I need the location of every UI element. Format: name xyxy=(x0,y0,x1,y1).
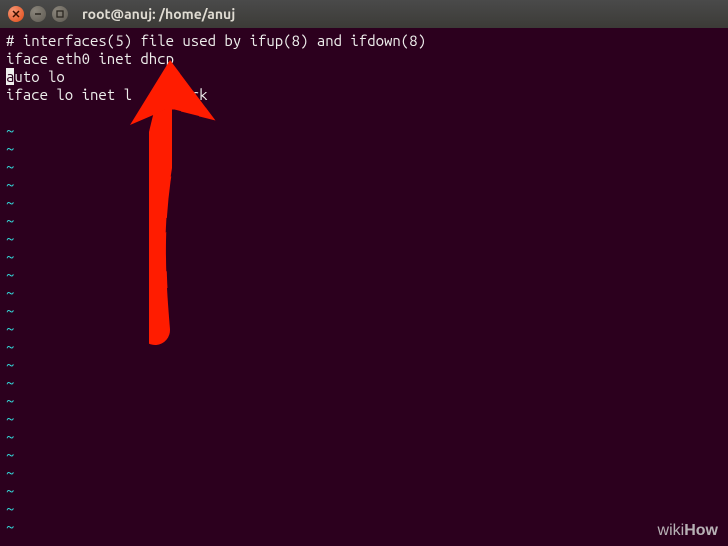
tilde-line: ~ xyxy=(6,482,14,499)
tilde-line: ~ xyxy=(6,248,14,265)
tilde-line: ~ xyxy=(6,518,14,535)
watermark-part2: How xyxy=(684,522,718,539)
window-title: root@anuj: /home/anuj xyxy=(82,6,235,22)
tilde-line: ~ xyxy=(6,266,14,283)
tilde-line: ~ xyxy=(6,446,14,463)
terminal-line-3-rest: uto lo xyxy=(14,68,64,85)
titlebar: root@anuj: /home/anuj xyxy=(0,0,728,28)
tilde-line: ~ xyxy=(6,176,14,193)
tilde-line: ~ xyxy=(6,230,14,247)
close-button[interactable] xyxy=(8,6,24,22)
tilde-line: ~ xyxy=(6,374,14,391)
tilde-line: ~ xyxy=(6,410,14,427)
tilde-line: ~ xyxy=(6,302,14,319)
terminal-body[interactable]: # interfaces(5) file used by ifup(8) and… xyxy=(0,28,728,540)
watermark-part1: wiki xyxy=(658,522,685,539)
tilde-line: ~ xyxy=(6,158,14,175)
maximize-button[interactable] xyxy=(52,6,68,22)
minimize-button[interactable] xyxy=(30,6,46,22)
terminal-line-1: # interfaces(5) file used by ifup(8) and… xyxy=(6,32,426,49)
tilde-line: ~ xyxy=(6,464,14,481)
terminal-line-4-before: iface lo inet l xyxy=(6,86,132,103)
tilde-line: ~ xyxy=(6,338,14,355)
tilde-line: ~ xyxy=(6,212,14,229)
watermark: wikiHow xyxy=(658,522,718,540)
tilde-line: ~ xyxy=(6,320,14,337)
tilde-line: ~ xyxy=(6,122,14,139)
tilde-line: ~ xyxy=(6,284,14,301)
tilde-line: ~ xyxy=(6,428,14,445)
tilde-line: ~ xyxy=(6,500,14,517)
window-controls xyxy=(8,6,68,22)
tilde-line: ~ xyxy=(6,392,14,409)
terminal-line-2: iface eth0 inet dhcp xyxy=(6,50,174,67)
terminal-window: root@anuj: /home/anuj # interfaces(5) fi… xyxy=(0,0,728,546)
tilde-line: ~ xyxy=(6,194,14,211)
tilde-line: ~ xyxy=(6,140,14,157)
tilde-line: ~ xyxy=(6,356,14,373)
terminal-line-4-after: ck xyxy=(191,86,208,103)
